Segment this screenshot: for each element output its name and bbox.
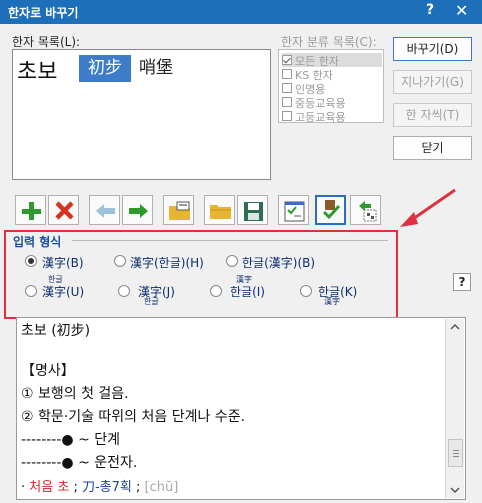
radio-hangul-hanja-label: 한글(漢字)(B) — [242, 256, 316, 270]
radio-hangul-ruby-bottom[interactable] — [300, 285, 312, 297]
scroll-down-icon[interactable] — [446, 482, 464, 498]
entry-example-2: --------● ~ 운전자. — [21, 455, 138, 471]
content-scrollbar[interactable] — [445, 319, 464, 498]
radio-hangul-hanja[interactable] — [226, 255, 238, 267]
entry-meaning-2: ② 학문·기술 따위의 처음 단계나 수준. — [21, 409, 246, 425]
help-button[interactable]: ? — [453, 273, 471, 291]
scroll-up-icon[interactable] — [446, 319, 464, 335]
radio-hanja-hangul-label: 漢字(한글)(H) — [130, 256, 204, 270]
dictionary-content[interactable]: 초보 (初步) 【명사】 ① 보행의 첫 걸음. ② 학문·기술 따위의 처음 … — [16, 317, 466, 500]
radio-hangul-ruby-top-label: 한글(I) — [230, 285, 265, 299]
radio-hanja-ruby-top-label: 漢字(U) — [42, 285, 85, 299]
ruby-bottom-text: 漢字 — [324, 297, 340, 306]
radio-hanja[interactable] — [25, 255, 37, 267]
radio-hangul-ruby-top[interactable] — [210, 285, 222, 297]
radio-hanja-ruby-bottom[interactable] — [118, 285, 130, 297]
entry-pos: 【명사】 — [21, 363, 75, 379]
radio-hanja-label: 漢字(B) — [42, 256, 84, 270]
ruby-bottom-text: 한글 — [144, 297, 159, 306]
group-divider — [72, 240, 388, 241]
radio-hanja-hangul[interactable] — [114, 255, 126, 267]
input-format-label: 입력 형식 — [13, 235, 62, 249]
radio-hanja-ruby-top[interactable] — [25, 285, 37, 297]
entry-character-info: · 처음 초 ; 刀-총7획 ; [chū] — [21, 480, 179, 495]
scroll-thumb[interactable] — [448, 439, 463, 467]
entry-meaning-1: ① 보행의 첫 걸음. — [21, 386, 129, 402]
entry-example-1: --------● ~ 단계 — [21, 432, 121, 448]
entry-headword: 초보 (初步) — [21, 323, 91, 339]
